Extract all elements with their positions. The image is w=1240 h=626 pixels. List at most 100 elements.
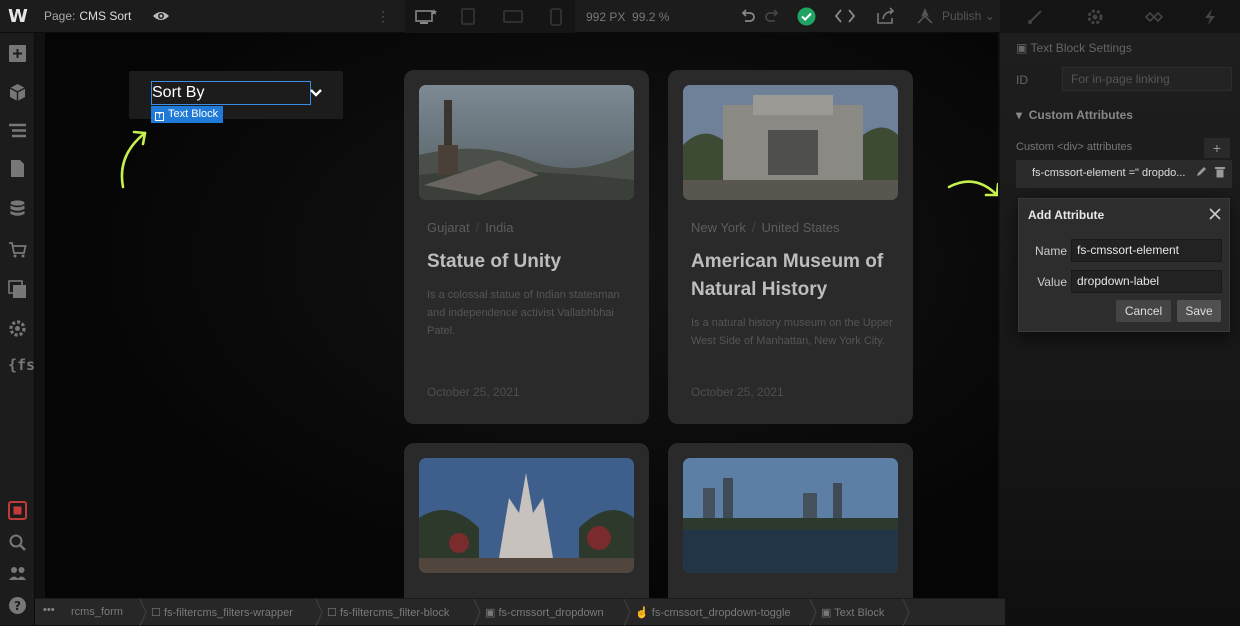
- id-input[interactable]: For in-page linking: [1062, 67, 1232, 91]
- sort-dropdown[interactable]: Sort By T Text Block: [129, 71, 343, 123]
- breadcrumb-separator: [139, 599, 147, 626]
- style-brush-icon[interactable]: [1026, 8, 1044, 31]
- gear-icon[interactable]: [1086, 8, 1104, 31]
- value-label: Value: [1037, 275, 1067, 289]
- element-breadcrumb: ••• rcms_form ☐ fs-filtercms_filters-wra…: [35, 598, 1005, 626]
- assets-images-icon[interactable]: [8, 280, 27, 299]
- dropdown-icon: ▣: [485, 607, 496, 619]
- card-location: Gujarat / India: [427, 220, 514, 235]
- text-block-icon: T: [155, 112, 164, 121]
- attribute-row[interactable]: fs-cmssort-element =" dropdo...: [1016, 160, 1232, 188]
- lightning-icon[interactable]: [1203, 8, 1217, 31]
- selected-element-badge: T Text Block: [151, 106, 224, 123]
- chevron-down-icon: ⌄: [984, 9, 995, 23]
- card-description: Is a natural history museum on the Upper…: [691, 317, 893, 347]
- breadcrumb-separator: [809, 599, 817, 626]
- desktop-icon[interactable]: [460, 8, 476, 31]
- breadcrumb-item-current[interactable]: ▣ Text Block: [821, 606, 884, 619]
- card-image: [683, 458, 898, 573]
- card-date: October 25, 2021: [427, 385, 520, 399]
- webflow-logo[interactable]: W: [8, 6, 28, 27]
- breadcrumb-separator: [902, 599, 910, 626]
- more-options-icon[interactable]: ⋮: [376, 8, 390, 25]
- div-block-icon: ☐: [327, 607, 337, 619]
- left-toolbar: {fs ?: [0, 33, 35, 625]
- toggle-hand-icon: ☝: [635, 607, 649, 619]
- element-settings-header: ▣ Text Block Settings: [1016, 41, 1132, 55]
- pages-icon[interactable]: [8, 159, 27, 178]
- page-selector[interactable]: Page: CMS Sort: [44, 9, 131, 23]
- svg-text:?: ?: [14, 599, 21, 613]
- users-icon[interactable]: [8, 564, 27, 583]
- caret-down-icon: ▾: [1016, 108, 1023, 122]
- attribute-value-input[interactable]: dropdown-label: [1071, 270, 1222, 293]
- cms-card: [404, 443, 649, 598]
- add-attribute-dialog: Add Attribute Name fs-cmssort-element Va…: [1018, 198, 1230, 332]
- name-label: Name: [1034, 244, 1067, 258]
- text-block-icon: ▣: [1016, 41, 1028, 55]
- div-block-icon: ☐: [151, 607, 161, 619]
- card-image: [419, 458, 634, 573]
- cms-database-icon[interactable]: [8, 199, 27, 218]
- breadcrumb-item[interactable]: ☐ fs-filtercms_filters-wrapper: [151, 606, 293, 619]
- breadcrumb-item[interactable]: rcms_form: [71, 606, 123, 618]
- settings-gear-icon[interactable]: [8, 319, 27, 338]
- panel-tabs: [1000, 0, 1240, 33]
- cms-card: New York / United States American Museum o…: [668, 70, 913, 424]
- cms-card: [668, 443, 913, 598]
- check-success-icon[interactable]: [797, 7, 816, 31]
- breadcrumb-separator: [473, 599, 481, 626]
- add-attribute-button[interactable]: +: [1204, 138, 1230, 158]
- close-icon[interactable]: [1209, 207, 1221, 225]
- mobile-icon[interactable]: [550, 8, 562, 31]
- top-toolbar: W Page:CMS Sort ⋮ 992 PX 99.2 % Publish: [0, 0, 1240, 33]
- curved-arrow-up-icon: [120, 130, 147, 189]
- trash-icon[interactable]: [1215, 166, 1225, 181]
- custom-attributes-section[interactable]: ▾ Custom Attributes: [1016, 108, 1133, 122]
- eye-icon[interactable]: [152, 7, 170, 30]
- tablet-landscape-icon[interactable]: [503, 8, 523, 29]
- breadcrumb-separator: [315, 599, 323, 626]
- more-ellipsis-icon[interactable]: •••: [43, 604, 55, 616]
- card-image: [419, 85, 634, 200]
- interactions-icon[interactable]: [1144, 8, 1164, 31]
- audit-red-square-icon[interactable]: [8, 501, 27, 520]
- card-date: October 25, 2021: [691, 385, 784, 399]
- code-icon[interactable]: [834, 7, 856, 30]
- finsweet-fs-icon[interactable]: {fs: [8, 356, 35, 375]
- export-icon[interactable]: [876, 7, 896, 30]
- redo-icon[interactable]: [764, 7, 780, 30]
- page-name: CMS Sort: [79, 9, 132, 23]
- breadcrumb-item[interactable]: ☝ fs-cmssort_dropdown-toggle: [635, 606, 791, 619]
- cancel-button[interactable]: Cancel: [1116, 300, 1171, 322]
- save-button[interactable]: Save: [1177, 300, 1221, 322]
- custom-attributes-label: Custom <div> attributes: [1016, 141, 1133, 153]
- components-cube-icon[interactable]: [8, 83, 27, 102]
- designer-canvas[interactable]: Sort By T Text Block Gujarat / India Statue…: [45, 33, 998, 598]
- card-location: New York / United States: [691, 220, 840, 235]
- attribute-name-input[interactable]: fs-cmssort-element: [1071, 239, 1222, 262]
- breakpoint-switcher: [405, 0, 575, 33]
- card-title: American Museum of Natural History: [691, 251, 884, 300]
- navigator-layers-icon[interactable]: [8, 121, 27, 140]
- breadcrumb-item[interactable]: ▣ fs-cmssort_dropdown: [485, 606, 604, 619]
- card-image: [683, 85, 898, 200]
- help-question-icon[interactable]: ?: [8, 596, 27, 615]
- attribute-text: fs-cmssort-element =" dropdo...: [1032, 167, 1186, 179]
- cms-card: Gujarat / India Statue of Unity Is a colos…: [404, 70, 649, 424]
- edit-pencil-icon[interactable]: [1196, 166, 1207, 180]
- card-title: Statue of Unity: [427, 251, 562, 272]
- text-block-icon: ▣: [821, 607, 832, 619]
- breadcrumb-separator: [623, 599, 631, 626]
- id-label: ID: [1016, 73, 1028, 87]
- add-element-icon[interactable]: [8, 44, 27, 63]
- curved-arrow-right-icon: [947, 180, 998, 197]
- breadcrumb-item[interactable]: ☐ fs-filtercms_filter-block: [327, 606, 449, 619]
- sort-by-text-block[interactable]: Sort By: [151, 81, 311, 105]
- undo-icon[interactable]: [740, 7, 756, 30]
- publish-button[interactable]: Publish ⌄: [942, 9, 995, 23]
- publish-rocket-icon[interactable]: [915, 7, 935, 30]
- desktop-star-icon[interactable]: [415, 8, 437, 31]
- search-icon[interactable]: [8, 533, 27, 552]
- ecommerce-cart-icon[interactable]: [8, 240, 27, 259]
